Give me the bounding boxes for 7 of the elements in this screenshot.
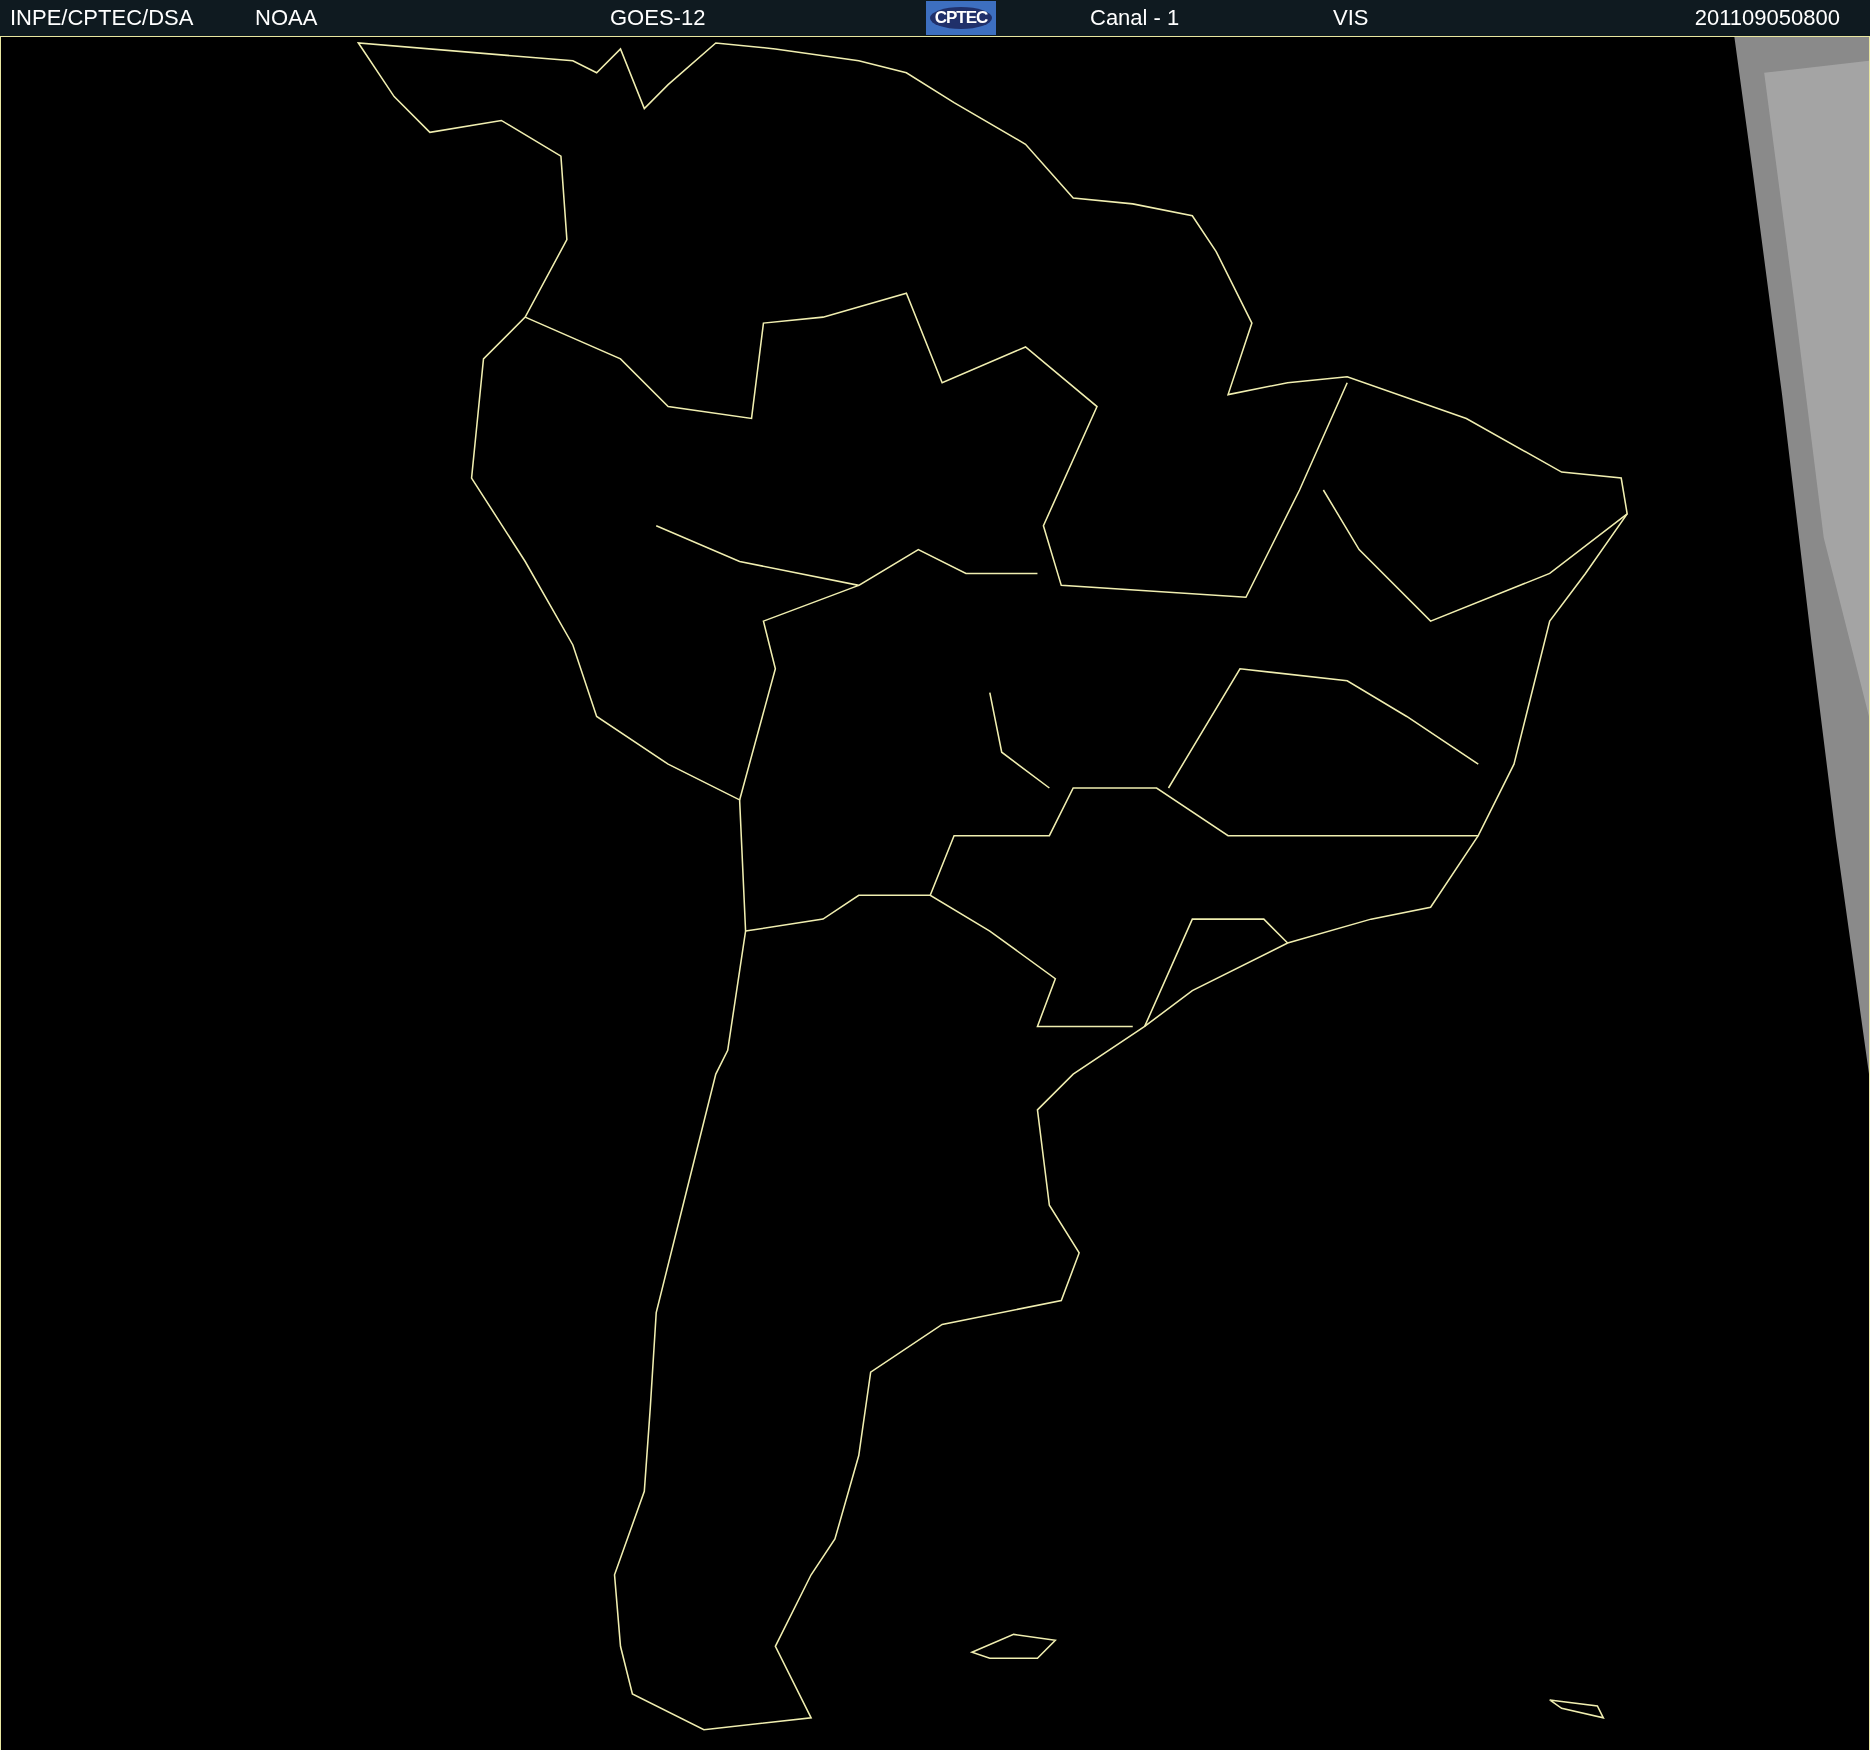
agency-label: NOAA	[255, 5, 319, 31]
source-label: INPE/CPTEC/DSA	[10, 5, 195, 31]
timestamp-label: 201109050800	[1694, 5, 1840, 31]
logo-text: CPTEC	[929, 7, 993, 29]
channel-label: Canal - 1	[1090, 5, 1181, 31]
satellite-label: GOES-12	[610, 5, 707, 31]
band-label: VIS	[1333, 5, 1370, 31]
